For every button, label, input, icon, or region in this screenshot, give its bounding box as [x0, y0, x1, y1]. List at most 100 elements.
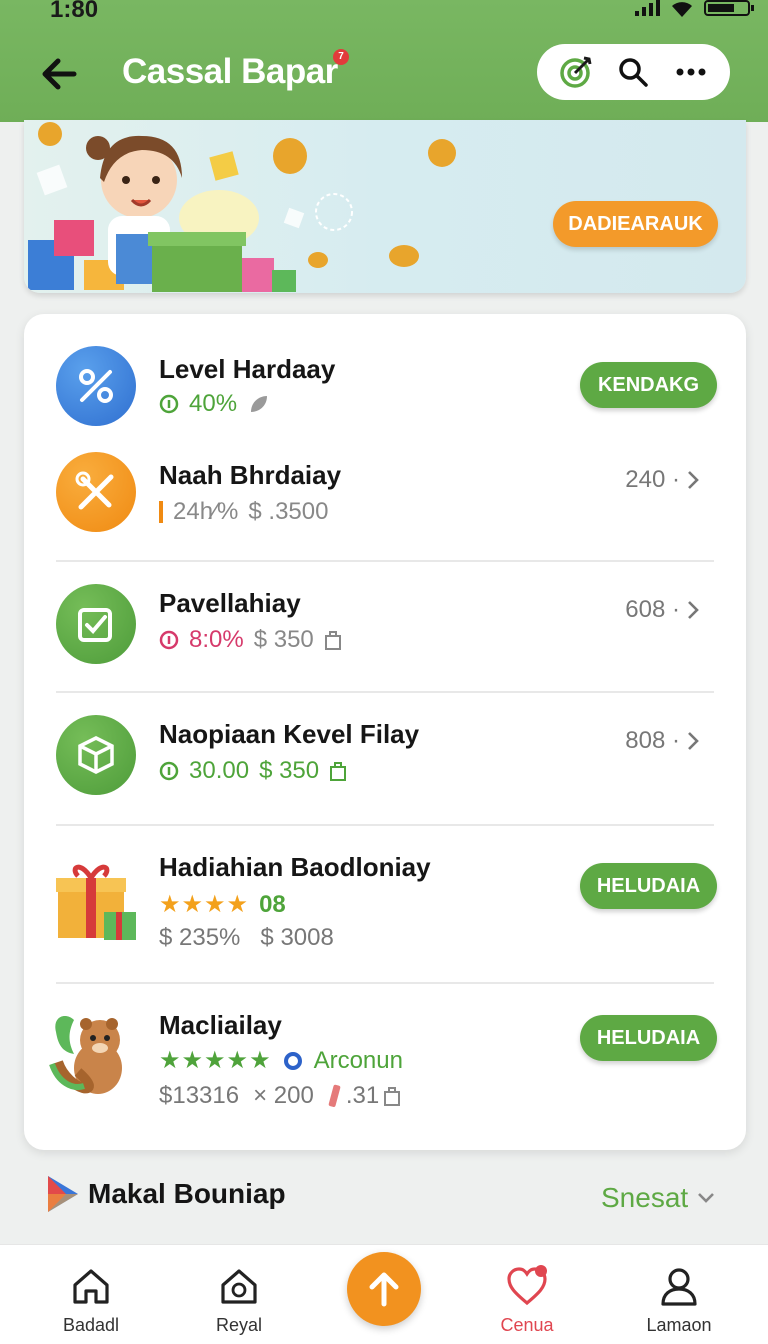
item-rating: ★★★★★ Arconun — [159, 1046, 403, 1075]
search-icon — [619, 58, 649, 87]
gear-badge-icon — [283, 1051, 302, 1070]
item-meta: $ 235% $ 3008 — [159, 924, 334, 952]
info-circle-icon — [159, 761, 179, 781]
checkbox-icon — [56, 584, 136, 664]
item-value: 240 · — [625, 466, 700, 494]
item-stat: 24h⁄% — [173, 498, 239, 525]
item-action-button[interactable]: HELUDAIA — [580, 863, 717, 909]
nav-item-home[interactable]: Badadl — [26, 1245, 156, 1344]
promo-banner[interactable]: DADIEARAUK — [24, 120, 746, 293]
progress-value: 8:0% — [189, 626, 244, 653]
item-name: Pavellahiay — [159, 588, 301, 618]
pencil-icon — [328, 1084, 341, 1107]
extra-value: .31 — [345, 1082, 380, 1109]
search-button[interactable] — [611, 50, 655, 94]
item-action-button[interactable]: KENDAKG — [580, 362, 717, 408]
home-icon — [73, 1269, 109, 1304]
section-title: Makal Bouniap — [88, 1178, 286, 1209]
item-name: Level Hardaay — [159, 354, 336, 384]
item-progress: 40% — [159, 390, 271, 418]
section-see-all-link[interactable]: Snesat — [601, 1182, 716, 1214]
arrow-left-icon — [42, 58, 77, 90]
progress-value: 40% — [189, 390, 238, 417]
info-circle-icon — [159, 630, 179, 650]
nav-label: Badadl — [62, 1315, 120, 1335]
nav-item-lamaon[interactable]: Lamaon — [614, 1245, 744, 1344]
nav-label: Lamaon — [646, 1315, 712, 1335]
progress-value: 30.00 — [189, 757, 250, 784]
item-price: $ 350 — [259, 757, 320, 784]
list-item[interactable]: Naopiaan Kevel Filay 30.00 $ 350 808 · — [24, 693, 746, 823]
chevron-down-icon — [698, 1193, 715, 1203]
item-extra: .31 — [328, 1082, 401, 1110]
nav-label: Reyal — [215, 1315, 263, 1335]
percent-tools-icon — [56, 346, 136, 426]
item-name: Macliailay — [159, 1010, 282, 1040]
target-button[interactable] — [554, 50, 598, 94]
status-time: 1:80 — [50, 0, 99, 23]
squirrel-icon — [48, 1002, 140, 1102]
item-value: 808 · — [625, 727, 700, 755]
item-stat: $ 235% — [159, 924, 241, 951]
list-item[interactable]: Level Hardaay 40% KENDAKG — [24, 330, 746, 440]
item-value: 608 · — [625, 596, 700, 624]
info-circle-icon — [159, 394, 179, 414]
tag-icon — [324, 631, 341, 650]
item-price: $ 3008 — [260, 924, 334, 951]
items-card: Level Hardaay 40% KENDAKG Naah Bhrdaiay … — [24, 314, 746, 1150]
leaf-icon — [251, 396, 268, 412]
notification-badge: 7 — [333, 49, 349, 65]
item-name: Naah Bhrdaiay — [159, 460, 342, 490]
target-icon — [560, 56, 592, 88]
chevron-right-icon — [688, 471, 699, 489]
item-meta: 30.00 $ 350 — [159, 757, 347, 785]
item-rating: ★★★★ 08 — [159, 890, 286, 919]
value-text: 808 · — [625, 727, 680, 754]
chevron-right-icon — [688, 601, 699, 619]
signal-icon — [635, 0, 660, 16]
arrow-up-icon — [369, 1272, 399, 1307]
app-header: 1:80 Cassal Bapar 7 — [0, 0, 768, 122]
star-rating: ★★★★ — [159, 891, 250, 918]
tag-icon — [330, 762, 347, 781]
item-stat: $13316 — [159, 1082, 240, 1109]
page-title: Cassal Bapar — [122, 52, 338, 91]
item-meta: 8:0% $ 350 — [159, 626, 342, 654]
list-item[interactable]: Hadiahian Baodloniay ★★★★ 08 $ 235% $ 30… — [24, 826, 746, 982]
list-item[interactable]: Naah Bhrdaiay 24h⁄% $ .3500 240 · — [24, 440, 746, 560]
item-meta: 24h⁄% $ .3500 — [159, 498, 328, 526]
wifi-icon — [672, 2, 692, 17]
more-button[interactable] — [669, 50, 713, 94]
list-item[interactable]: Pavellahiay 8:0% $ 350 608 · — [24, 562, 746, 692]
rating-text: Arconun — [313, 1046, 403, 1074]
person-icon — [661, 1268, 697, 1306]
item-meta: $13316 × 200 .31 — [159, 1082, 401, 1110]
chevron-right-icon — [688, 732, 699, 750]
item-name: Hadiahian Baodloniay — [159, 852, 431, 882]
status-icons — [635, 0, 754, 18]
list-item[interactable]: Macliailay ★★★★★ Arconun $13316 × 200 .3… — [24, 984, 746, 1144]
value-text: 608 · — [625, 596, 680, 623]
star-rating: ★★★★★ — [159, 1047, 272, 1074]
rating-text: 08 — [259, 890, 286, 918]
banner-cta-button[interactable]: DADIEARAUK — [553, 201, 718, 247]
box-icon — [56, 715, 136, 795]
play-store-icon — [48, 1176, 78, 1212]
item-price: $ 350 — [253, 626, 314, 653]
upload-fab-button[interactable] — [347, 1252, 421, 1326]
back-button[interactable] — [38, 52, 82, 96]
banner-illustration — [28, 122, 456, 292]
tag-icon — [384, 1087, 401, 1106]
gift-box-icon — [52, 850, 140, 942]
item-action-button[interactable]: HELUDAIA — [580, 1015, 717, 1061]
nav-item-reyal[interactable]: Reyal — [174, 1245, 304, 1344]
level-bar — [159, 501, 163, 523]
battery-icon — [704, 0, 754, 16]
heart-icon — [507, 1265, 547, 1306]
nav-item-cenua[interactable]: Cenua — [462, 1245, 592, 1344]
item-price: $ .3500 — [248, 498, 329, 525]
item-name: Naopiaan Kevel Filay — [159, 719, 420, 749]
section-link-label: Snesat — [601, 1182, 689, 1213]
header-actions — [537, 44, 730, 100]
more-icon — [676, 68, 706, 76]
